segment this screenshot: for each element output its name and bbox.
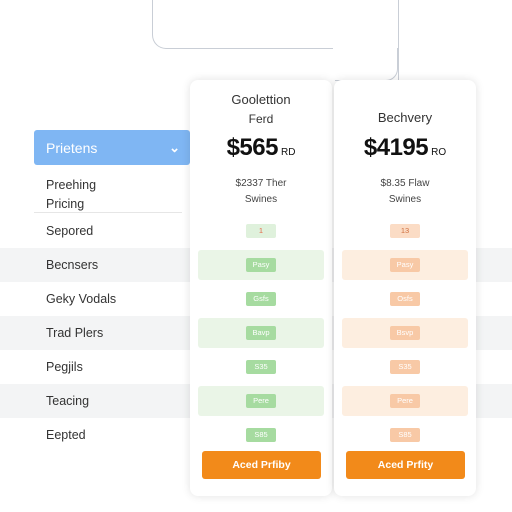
apply-plan-button[interactable]: Aced Prfiby (202, 451, 321, 479)
feature-value-chip: S85 (390, 428, 420, 442)
feature-label: Sepored (46, 224, 94, 238)
feature-cell: Bsvp (342, 318, 468, 348)
plan-description: $8.35 Flaw Swines (334, 176, 476, 208)
plan-description-line: Swines (244, 194, 278, 205)
plan-description-line: Swines (388, 194, 422, 205)
feature-cell: S35 (342, 352, 468, 382)
dropdown-label: Prietens (46, 139, 98, 156)
feature-cell: Pasy (198, 250, 324, 280)
feature-value-chip: 1 (246, 224, 276, 238)
feature-cell: S35 (198, 352, 324, 382)
plan-price: $565 RD (190, 134, 332, 162)
feature-value-chip: Osfs (390, 292, 420, 306)
feature-cell: 13 (342, 216, 468, 246)
price-amount: $4195 (363, 134, 429, 161)
apply-plan-button[interactable]: Aced Prfity (346, 451, 465, 479)
plan-card-collection: Goolettion Ferd $565 RD $2337 Ther Swines… (190, 80, 332, 496)
plan-description: $2337 Ther Swines (190, 176, 332, 208)
feature-label: Geky Vodals (46, 292, 117, 306)
price-unit: RO (431, 147, 447, 158)
feature-value-chip: Bavp (246, 326, 276, 340)
plan-filter-dropdown[interactable]: Prietens ⌄ (34, 130, 190, 165)
plan-card-delivery: Bechvery $4195 RO $8.35 Flaw Swines 13 Pa… (334, 80, 476, 496)
feature-cell: Bavp (198, 318, 324, 348)
connector-line (152, 30, 333, 49)
plan-price: $4195 RO (334, 134, 476, 162)
feature-value-chip: Pere (246, 394, 276, 408)
chevron-down-icon: ⌄ (169, 139, 180, 155)
feature-value-chip: Gsfs (246, 292, 276, 306)
feature-value-chip: Pasy (246, 258, 276, 272)
feature-label: Teacing (46, 394, 90, 408)
feature-cell: 1 (198, 216, 324, 246)
plan-subtitle: Ferd (248, 112, 274, 126)
plan-description-line: $8.35 Flaw (380, 178, 430, 189)
feature-cell: Pasy (342, 250, 468, 280)
feature-value-chip: S35 (246, 360, 276, 374)
feature-column-header: Preehing Pricing (46, 176, 96, 214)
feature-cell: S85 (198, 420, 324, 450)
feature-value-chip: S85 (246, 428, 276, 442)
feature-value-chip: S35 (390, 360, 420, 374)
feature-value-chip: Pere (390, 394, 420, 408)
plan-name: Bechvery (377, 110, 433, 125)
connector-line (335, 48, 398, 81)
feature-label: Eepted (46, 428, 86, 442)
feature-label: Trad Plers (46, 326, 104, 340)
feature-value-chip: Bsvp (390, 326, 420, 340)
feature-label: Becnsers (46, 258, 99, 272)
feature-value-chip: 13 (390, 224, 420, 238)
plan-name: Goolettion (231, 92, 291, 107)
feature-cell: S85 (342, 420, 468, 450)
feature-header-line: Preehing (46, 178, 97, 192)
feature-cell: Osfs (342, 284, 468, 314)
connector-line (152, 0, 153, 30)
plan-description-line: $2337 Ther (235, 178, 287, 189)
feature-cell: Pere (198, 386, 324, 416)
divider (34, 212, 182, 213)
connector-line (398, 0, 399, 80)
price-amount: $565 (226, 134, 279, 161)
feature-cell: Gsfs (198, 284, 324, 314)
feature-label: Pegjils (46, 360, 83, 374)
price-unit: RD (280, 147, 296, 158)
feature-cell: Pere (342, 386, 468, 416)
feature-value-chip: Pasy (390, 258, 420, 272)
